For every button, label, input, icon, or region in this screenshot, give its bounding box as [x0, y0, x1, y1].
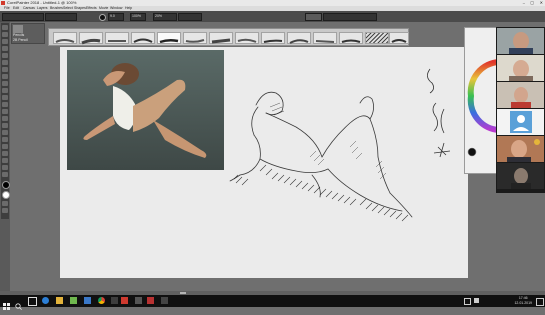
- paper-selector-icon[interactable]: [2, 201, 8, 206]
- stroke-preview-bar: [48, 28, 409, 46]
- brush-category-thumb-icon: [13, 25, 23, 33]
- media-icon[interactable]: [147, 297, 154, 304]
- brush-variant-label: 2B Pencil: [13, 38, 28, 42]
- property-options[interactable]: [323, 13, 377, 21]
- window-app-icon: [1, 1, 5, 5]
- cloner-tool-icon[interactable]: [2, 130, 8, 135]
- brush-variant-dropdown[interactable]: [2, 13, 44, 21]
- windows-taskbar: 17:46 12.01.2019: [0, 295, 545, 310]
- additional-color-swatch[interactable]: [2, 191, 10, 199]
- hue-ring[interactable]: [467, 59, 500, 133]
- perspective-guide-icon[interactable]: [2, 123, 8, 128]
- clock-date: 12.01.2019: [514, 301, 532, 305]
- mail-icon[interactable]: [84, 297, 91, 304]
- pattern-selector-icon[interactable]: [2, 208, 8, 213]
- blend-field[interactable]: [178, 13, 202, 21]
- magnifier-tool-icon[interactable]: [2, 165, 8, 170]
- rectangle-select-icon[interactable]: [2, 67, 8, 72]
- participant-avatar-placeholder[interactable]: [497, 109, 544, 135]
- paint-bucket-icon[interactable]: [2, 39, 8, 44]
- participant-video[interactable]: [497, 55, 544, 81]
- system-clock[interactable]: 17:46 12.01.2019: [514, 296, 532, 306]
- notification-icon[interactable]: [536, 298, 544, 306]
- current-color-swatch[interactable]: [467, 147, 477, 157]
- transform-tool-icon[interactable]: [2, 60, 8, 65]
- magic-wand-icon[interactable]: [2, 81, 8, 86]
- dodge-tool-icon[interactable]: [2, 144, 8, 149]
- participant-video[interactable]: [497, 136, 544, 162]
- settings-icon[interactable]: [135, 297, 142, 304]
- toolbox: [1, 23, 10, 219]
- eraser-tool-icon[interactable]: [2, 46, 8, 51]
- stroke-preset[interactable]: [261, 32, 285, 44]
- stroke-preset[interactable]: [53, 32, 77, 44]
- crop-tool-icon[interactable]: [2, 88, 8, 93]
- painter-icon[interactable]: [121, 297, 128, 304]
- stroke-preset[interactable]: [235, 32, 259, 44]
- stroke-preset[interactable]: [209, 32, 233, 44]
- brush-tool-icon[interactable]: [2, 25, 8, 30]
- reset-tool-button[interactable]: [305, 13, 322, 21]
- grain-field[interactable]: 20%: [153, 13, 177, 21]
- burn-tool-icon[interactable]: [2, 151, 8, 156]
- opacity-field[interactable]: 100%: [130, 13, 146, 21]
- explorer-icon[interactable]: [56, 297, 63, 304]
- stroke-preset[interactable]: [79, 32, 103, 45]
- brush-selector[interactable]: Pencils 2B Pencil: [11, 23, 45, 44]
- search-icon[interactable]: [15, 297, 22, 310]
- stroke-preset[interactable]: [131, 32, 155, 44]
- pen-tool-icon[interactable]: [2, 109, 8, 114]
- participant-video[interactable]: [497, 163, 544, 189]
- video-call-panel: [496, 27, 545, 193]
- reference-photo: [67, 50, 224, 170]
- shape-tool-icon[interactable]: [2, 102, 8, 107]
- chrome-icon[interactable]: [98, 297, 105, 304]
- volume-icon[interactable]: [474, 298, 479, 303]
- brush-dab-icon: [99, 14, 106, 21]
- lasso-icon[interactable]: [2, 74, 8, 79]
- stroke-preset[interactable]: [339, 32, 363, 44]
- task-view-icon[interactable]: [28, 297, 37, 306]
- text-tool-icon[interactable]: [2, 95, 8, 100]
- stroke-preset[interactable]: [183, 32, 207, 44]
- rubber-stamp-icon[interactable]: [2, 137, 8, 142]
- stroke-preset[interactable]: [157, 32, 181, 44]
- grabber-tool-icon[interactable]: [2, 158, 8, 163]
- rotate-page-icon[interactable]: [2, 172, 8, 177]
- dropper-tool-icon[interactable]: [2, 32, 8, 37]
- participant-video[interactable]: [497, 82, 544, 108]
- layer-adjuster-icon[interactable]: [2, 53, 8, 58]
- app-icon[interactable]: [161, 297, 168, 304]
- stroke-preset[interactable]: [105, 32, 129, 44]
- stroke-preset[interactable]: [389, 32, 409, 44]
- stroke-preset[interactable]: [287, 32, 311, 44]
- app-icon[interactable]: [111, 297, 118, 304]
- tool-options-dropdown[interactable]: [45, 13, 77, 21]
- mirror-tool-icon[interactable]: [2, 116, 8, 121]
- start-button-icon[interactable]: [3, 297, 10, 310]
- network-icon[interactable]: [464, 298, 471, 305]
- property-bar: 9.0 100% 20%: [0, 11, 545, 22]
- stroke-preset[interactable]: [313, 32, 337, 44]
- stroke-preset-hatch[interactable]: [365, 32, 389, 44]
- store-icon[interactable]: [70, 297, 77, 304]
- main-color-swatch[interactable]: [2, 181, 10, 189]
- size-field[interactable]: 9.0: [108, 13, 124, 21]
- participant-video[interactable]: [497, 28, 544, 54]
- scroll-thumb[interactable]: [180, 292, 186, 294]
- edge-icon[interactable]: [42, 297, 49, 304]
